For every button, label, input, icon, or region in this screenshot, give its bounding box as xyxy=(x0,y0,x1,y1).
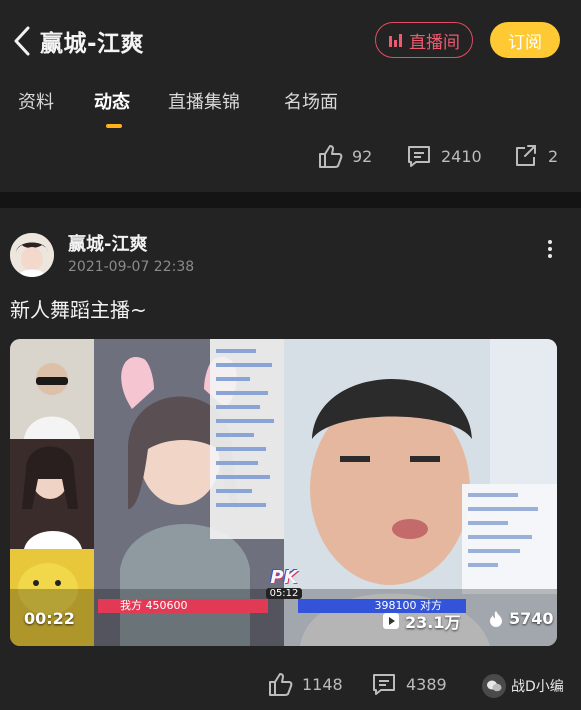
avatar-image xyxy=(10,233,54,277)
share-icon xyxy=(516,145,536,166)
pk-timer: 05:12 xyxy=(266,588,302,599)
tab-bar: 资料 动态 直播集锦 名场面 xyxy=(0,88,581,128)
wechat-icon xyxy=(482,674,506,698)
live-room-button[interactable]: 直播间 xyxy=(375,22,473,58)
subscribe-button[interactable]: 订阅 xyxy=(490,22,560,58)
tab-famous-moments[interactable]: 名场面 xyxy=(284,88,338,114)
play-icon xyxy=(383,613,399,629)
post-text: 新人舞蹈主播~ xyxy=(10,298,147,322)
more-options-icon[interactable] xyxy=(540,240,560,266)
pk-logo: PK xyxy=(270,567,298,588)
flame-icon xyxy=(490,610,502,627)
post-timestamp: 2021-09-07 22:38 xyxy=(68,259,195,275)
thumbs-up-icon xyxy=(319,145,343,168)
tab-profile[interactable]: 资料 xyxy=(18,88,54,114)
profile-stats-row: 92 2410 2 xyxy=(0,138,581,176)
video-duration: 00:22 xyxy=(24,609,75,628)
pk-badge: PK 05:12 xyxy=(266,567,302,607)
page-title: 赢城-江爽 xyxy=(40,31,145,57)
comment-stat[interactable]: 2410 xyxy=(405,142,482,170)
like-stat[interactable]: 92 xyxy=(316,142,372,170)
watermark-text: 战D小编 xyxy=(511,679,564,695)
comment-icon xyxy=(373,674,395,695)
heat-count: 5740 xyxy=(509,609,554,628)
pk-our-score: 我方 450600 xyxy=(98,599,268,613)
share-count: 2 xyxy=(548,146,559,166)
video-heat: 5740 xyxy=(488,609,554,628)
comment-count: 2410 xyxy=(441,146,482,166)
live-room-label: 直播间 xyxy=(409,32,460,53)
section-divider xyxy=(0,192,581,208)
share-stat[interactable]: 2 xyxy=(512,142,558,170)
video-thumbnail[interactable]: 我方 450600 398100 对方 PK 05:12 00:22 23.1万… xyxy=(10,339,557,646)
header-bar: 赢城-江爽 直播间 订阅 xyxy=(0,0,581,80)
post-comment-stat[interactable]: 4389 xyxy=(370,670,447,698)
avatar[interactable] xyxy=(10,233,54,277)
post-comment-count: 4389 xyxy=(406,674,447,694)
post-like-count: 1148 xyxy=(302,674,343,694)
subscribe-label: 订阅 xyxy=(508,32,542,53)
comment-icon xyxy=(408,146,430,167)
bar-chart-icon xyxy=(389,34,402,47)
active-tab-indicator xyxy=(106,124,122,128)
tab-live-highlights[interactable]: 直播集锦 xyxy=(168,88,240,114)
feed-post: 赢城-江爽 2021-09-07 22:38 新人舞蹈主播~ 我方 450600… xyxy=(0,208,581,710)
like-count: 92 xyxy=(352,146,373,166)
back-arrow-icon[interactable] xyxy=(10,24,36,58)
watermark: 战D小编 xyxy=(482,674,564,698)
post-like-stat[interactable]: 1148 xyxy=(266,670,343,698)
tab-feed[interactable]: 动态 xyxy=(94,88,130,114)
thumbs-up-icon xyxy=(269,673,293,696)
video-views: 23.1万 xyxy=(382,609,460,633)
view-count: 23.1万 xyxy=(405,613,461,632)
post-author[interactable]: 赢城-江爽 xyxy=(68,230,147,256)
